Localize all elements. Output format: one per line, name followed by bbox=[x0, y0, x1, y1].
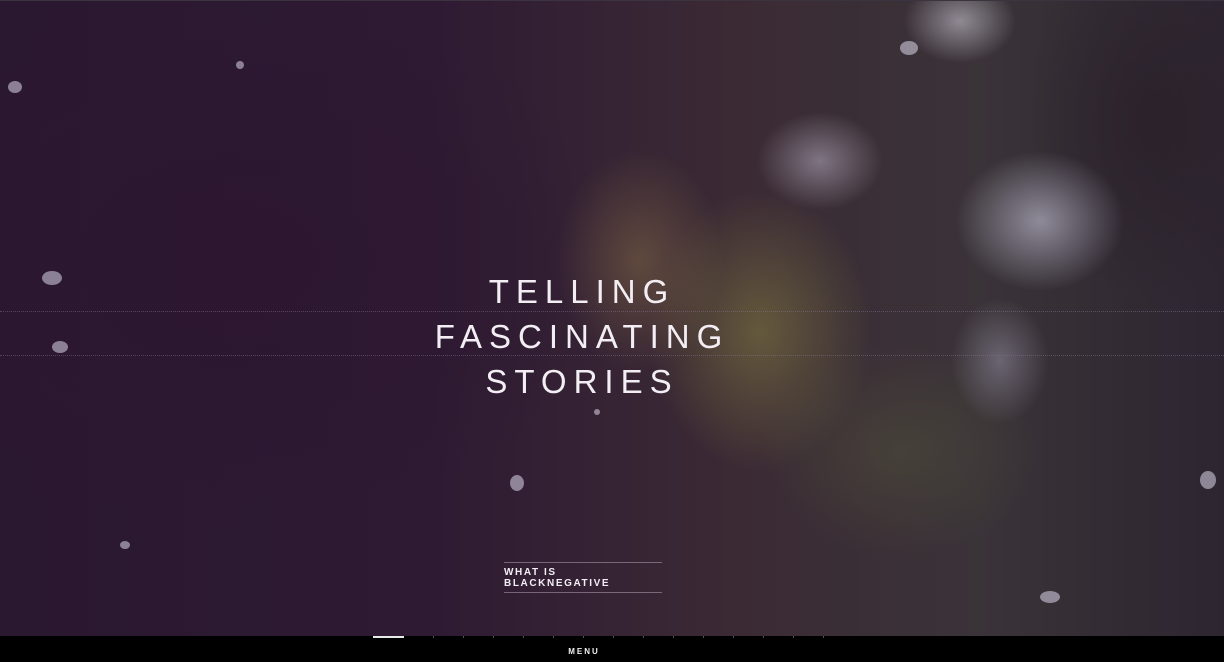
slide-tick[interactable] bbox=[823, 636, 824, 638]
hero-video-background: TELLING FASCINATING STORIES WHAT IS BLAC… bbox=[0, 0, 1224, 636]
slide-tick[interactable] bbox=[763, 636, 764, 638]
slide-tick[interactable] bbox=[793, 636, 794, 638]
slide-tick[interactable] bbox=[373, 636, 404, 638]
slide-tick[interactable] bbox=[613, 636, 614, 638]
headline-line-1: TELLING bbox=[488, 273, 676, 310]
slide-tick[interactable] bbox=[523, 636, 524, 638]
slide-tick[interactable] bbox=[583, 636, 584, 638]
slide-tick[interactable] bbox=[463, 636, 464, 638]
slide-tick[interactable] bbox=[673, 636, 674, 638]
slide-tick[interactable] bbox=[703, 636, 704, 638]
slide-tick[interactable] bbox=[433, 636, 434, 638]
what-is-blacknegative-button[interactable]: WHAT IS BLACKNEGATIVE bbox=[504, 562, 662, 593]
slide-tick[interactable] bbox=[553, 636, 554, 638]
menu-button[interactable]: MENU bbox=[0, 647, 1168, 656]
bottom-menu-bar: MENU bbox=[0, 636, 1224, 662]
headline-line-2: FASCINATING bbox=[434, 318, 730, 355]
slide-tick[interactable] bbox=[733, 636, 734, 638]
slide-tick[interactable] bbox=[493, 636, 494, 638]
slide-tick[interactable] bbox=[643, 636, 644, 638]
hero-headline: TELLING FASCINATING STORIES bbox=[0, 269, 1164, 404]
headline-line-3: STORIES bbox=[485, 363, 679, 400]
